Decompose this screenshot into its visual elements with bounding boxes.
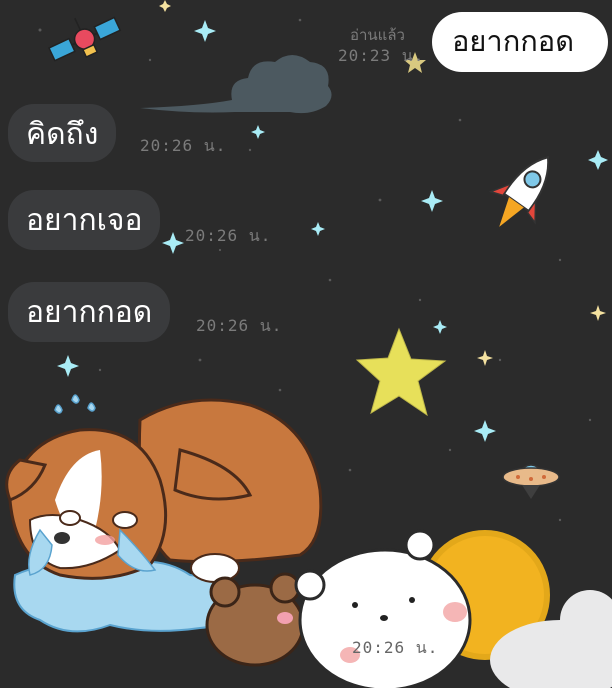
message-time: 20:26 น. (140, 136, 227, 155)
message-bubble-incoming[interactable]: อยากกอด (8, 282, 171, 342)
message-time: 20:26 น. (196, 316, 283, 335)
sticker-crying-dog[interactable] (0, 380, 612, 688)
message-bubble-incoming[interactable]: คิดถึง (8, 104, 117, 162)
message-time: 20:23 น. (338, 46, 425, 65)
message-time: 20:26 น. (352, 638, 439, 657)
read-receipt: อ่านแล้ว (350, 26, 405, 44)
message-bubble-incoming[interactable]: อยากเจอ (8, 190, 161, 250)
message-bubble-outgoing[interactable]: อยากกอด (432, 12, 608, 72)
message-time: 20:26 น. (185, 226, 272, 245)
